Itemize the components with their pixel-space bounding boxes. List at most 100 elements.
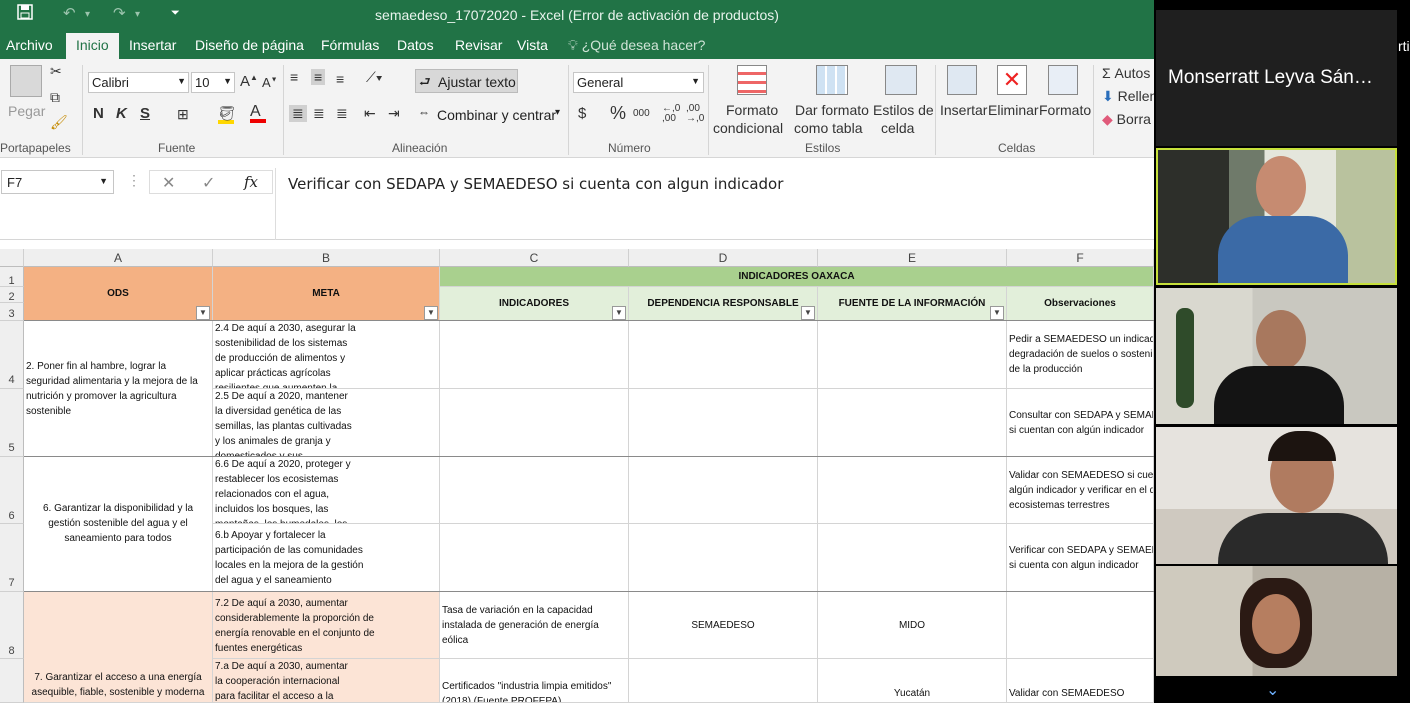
bold-button[interactable]: N [93,105,104,122]
fill-button[interactable]: ⬇ Rellen [1102,88,1157,105]
enter-icon[interactable]: ✓ [202,173,215,193]
delete-cells-button[interactable]: Eliminar [988,102,1039,118]
cell-c9-indicador[interactable]: Certificados "industria limpia emitidos"… [440,659,629,703]
cell-e8-fuente[interactable]: MIDO [818,592,1007,659]
filter-dropdown-icon[interactable]: ▼ [990,306,1004,320]
row-header-7[interactable]: 7 [0,524,24,592]
row-header-9[interactable] [0,659,24,703]
formula-input[interactable]: Verificar con SEDAPA y SEMAEDESO si cuen… [275,168,1155,240]
cell-f7-observaciones[interactable]: Verificar con SEDAPA y SEMAEDESO si cuen… [1007,524,1154,592]
format-table-label-2[interactable]: como tabla [794,120,862,136]
tab-archivo[interactable]: Archivo [6,37,53,53]
decrease-decimal-icon[interactable]: ,00 →,0 [686,104,704,124]
font-color-icon[interactable]: A [250,103,266,123]
cell-c6[interactable] [440,457,629,524]
row-header-4[interactable]: 4 [0,321,24,389]
conditional-format-label-2[interactable]: condicional [713,120,783,136]
column-header-f[interactable]: F [1007,249,1154,267]
borders-icon[interactable]: ⊞ [177,106,189,123]
cell-d6[interactable] [629,457,818,524]
thousands-button[interactable]: 000 [633,108,650,119]
row-header-5[interactable]: 5 [0,389,24,457]
conditional-format-label-1[interactable]: Formato [726,102,778,118]
font-name-select[interactable]: Calibri ▼ [88,72,189,93]
align-right-icon[interactable]: ≣ [336,105,348,122]
tab-formulas[interactable]: Fórmulas [321,37,379,53]
cell-e7[interactable] [818,524,1007,592]
paste-icon[interactable] [10,65,42,97]
cell-f6-observaciones[interactable]: Validar con SEMAEDESO si cuenta con algú… [1007,457,1154,524]
format-table-label-1[interactable]: Dar formato [795,102,869,118]
column-header-e[interactable]: E [818,249,1007,267]
currency-button[interactable]: $ [578,105,586,122]
align-center-icon[interactable]: ≣ [313,105,325,122]
row-header-6[interactable]: 6 [0,457,24,524]
fill-color-icon[interactable]: 🪣︎ [218,105,236,124]
cell-c4[interactable] [440,321,629,389]
cancel-icon[interactable]: ✕ [162,173,175,193]
cell-d7[interactable] [629,524,818,592]
cell-d8-dependencia[interactable]: SEMAEDESO [629,592,818,659]
cell-b5-meta[interactable]: 2.5 De aquí a 2020, mantener la diversid… [213,389,440,457]
tab-revisar[interactable]: Revisar [455,37,502,53]
cell-b8-meta[interactable]: 7.2 De aquí a 2030, aumentar considerabl… [213,592,440,659]
cell-f4-observaciones[interactable]: Pedir a SEMAEDESO un indicador de degrad… [1007,321,1154,389]
cell-c5[interactable] [440,389,629,457]
align-top-icon[interactable]: ≡ [290,69,298,85]
cell-d4[interactable] [629,321,818,389]
header-meta[interactable]: META [213,267,440,321]
format-painter-icon[interactable]: 🖌︎ [50,114,68,131]
cell-b9-meta[interactable]: 7.a De aquí a 2030, aumentar la cooperac… [213,659,440,703]
cell-f5-observaciones[interactable]: Consultar con SEDAPA y SEMAEDESO si cuen… [1007,389,1154,457]
percent-button[interactable]: % [610,103,626,124]
font-size-select[interactable]: 10 ▼ [191,72,235,93]
tab-insertar[interactable]: Insertar [129,37,176,53]
cell-styles-label-1[interactable]: Estilos de [873,102,934,118]
name-box[interactable]: F7 ▼ [1,170,114,194]
header-observaciones[interactable]: Observaciones [1007,287,1154,321]
filter-dropdown-icon[interactable]: ▼ [801,306,815,320]
cell-f8[interactable] [1007,592,1154,659]
cell-e9-fuente[interactable]: Yucatán [818,659,1007,703]
cell-f9-observaciones[interactable]: Validar con SEMAEDESO [1007,659,1154,703]
insert-function-icon[interactable]: fx [244,173,258,191]
align-left-icon[interactable]: ≣ [289,105,307,122]
filter-dropdown-icon[interactable]: ▼ [196,306,210,320]
cell-b4-meta[interactable]: 2.4 De aquí a 2030, asegurar la sostenib… [213,321,440,389]
copy-icon[interactable]: ⧉ [50,89,60,106]
grow-font-icon[interactable]: A▲ [240,73,258,90]
cell-e5[interactable] [818,389,1007,457]
participant-video-4[interactable] [1156,566,1397,676]
tab-vista[interactable]: Vista [517,37,548,53]
tell-me-box[interactable]: 💡︎ ¿Qué desea hacer? [568,37,705,54]
column-header-d[interactable]: D [629,249,818,267]
header-indicadores[interactable]: INDICADORES [440,287,629,321]
clear-button[interactable]: ◆ Borra [1102,111,1151,128]
decrease-indent-icon[interactable]: ⇤ [364,105,376,122]
increase-indent-icon[interactable]: ⇥ [388,105,400,122]
column-header-b[interactable]: B [213,249,440,267]
cell-b7-meta[interactable]: 6.b Apoyar y fortalecer la participación… [213,524,440,592]
cell-a6-ods[interactable]: 6. Garantizar la disponibilidad y la ges… [24,457,213,592]
chevron-down-icon[interactable]: ⌄ [1266,680,1279,700]
row-header-2[interactable]: 2 [0,287,24,303]
row-header-3[interactable]: 3 [0,303,24,321]
align-middle-icon[interactable]: ≡ [311,69,326,85]
tab-datos[interactable]: Datos [397,37,434,53]
format-cells-button[interactable]: Formato [1039,102,1091,118]
tab-diseno-pagina[interactable]: Diseño de página [195,37,304,53]
cell-c8-indicador[interactable]: Tasa de variación en la capacidad instal… [440,592,629,659]
participant-video-3[interactable] [1156,427,1397,564]
cell-d9[interactable] [629,659,818,703]
autosum-button[interactable]: Σ Autos [1102,65,1150,81]
cell-a8-ods[interactable]: 7. Garantizar el acceso a una energía as… [24,592,213,703]
align-bottom-icon[interactable]: ≡ [336,71,344,87]
cell-styles-label-2[interactable]: celda [881,120,914,136]
header-indicadores-oaxaca[interactable]: INDICADORES OAXACA [440,267,1154,287]
cell-a4-ods[interactable]: 2. Poner fin al hambre, lograr la seguri… [24,321,213,457]
header-ods[interactable]: ODS [24,267,213,321]
row-header-1[interactable]: 1 [0,267,24,287]
header-dependencia[interactable]: DEPENDENCIA RESPONSABLE [629,287,818,321]
cell-b6-meta[interactable]: 6.6 De aquí a 2020, proteger y restablec… [213,457,440,524]
column-header-c[interactable]: C [440,249,629,267]
